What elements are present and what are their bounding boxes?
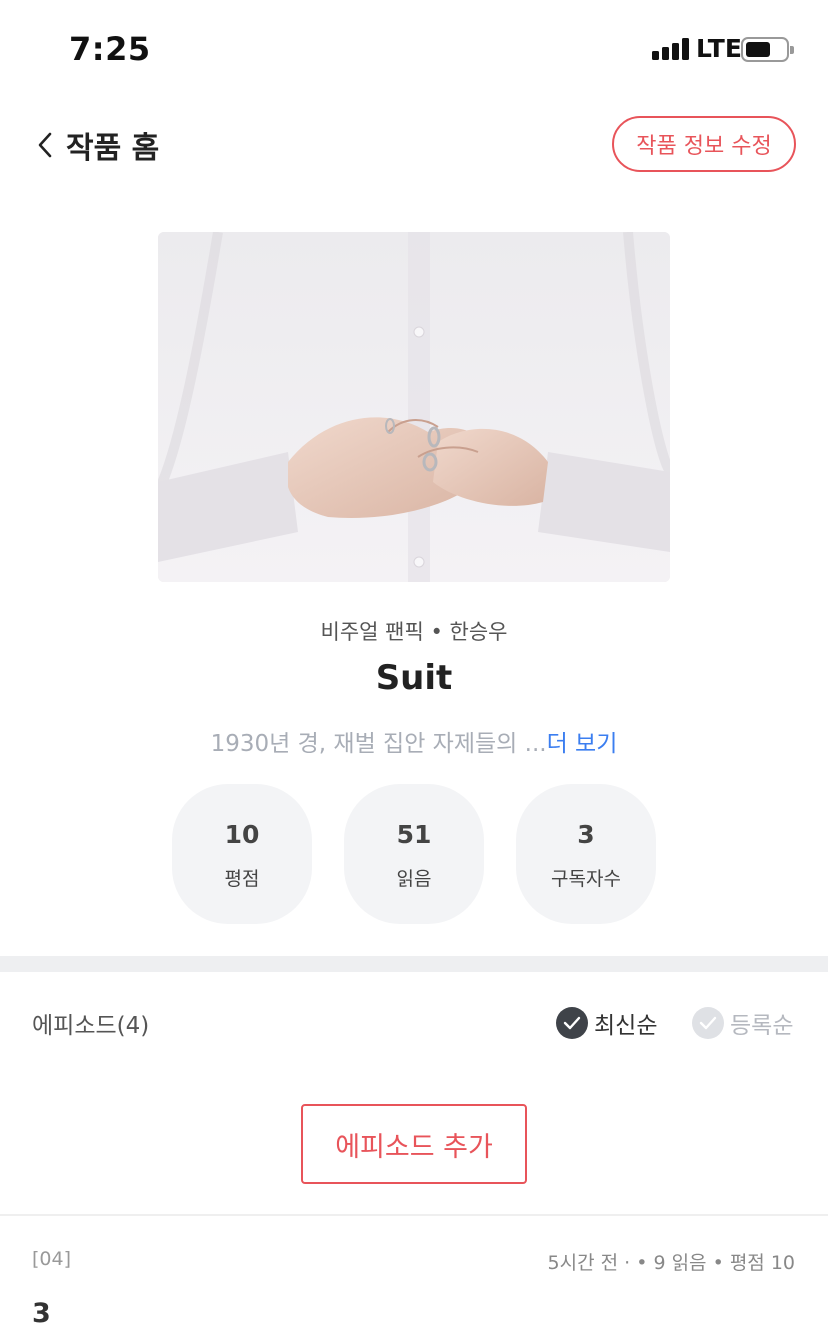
check-circle-icon bbox=[556, 1007, 588, 1039]
cover-image bbox=[158, 232, 670, 582]
work-meta: 비주얼 팬픽 • 한승우 bbox=[320, 620, 508, 644]
stat-label: 읽음 bbox=[396, 868, 432, 890]
stat-subscribers: 3 구독자수 bbox=[516, 784, 656, 924]
stat-reads: 51 읽음 bbox=[344, 784, 484, 924]
network-label: LTE bbox=[696, 34, 742, 63]
stat-rating: 10 평점 bbox=[172, 784, 312, 924]
chevron-left-icon bbox=[38, 132, 52, 158]
signal-icon bbox=[652, 38, 690, 60]
episodes-heading: 에피소드(4) bbox=[32, 1013, 150, 1039]
stat-value: 3 bbox=[577, 820, 595, 849]
stat-value: 10 bbox=[224, 820, 260, 849]
sort-label: 등록순 bbox=[730, 1013, 794, 1039]
sort-label: 최신순 bbox=[594, 1013, 658, 1039]
battery-icon bbox=[741, 37, 794, 62]
status-bar: 7:25 LTE bbox=[0, 0, 828, 100]
stat-label: 구독자수 bbox=[551, 868, 621, 890]
episode-list-item[interactable]: [04] 5시간 전 · • 9 읽음 • 평점 10 3 bbox=[0, 1230, 828, 1343]
back-label: 작품 홈 bbox=[66, 131, 160, 166]
stat-label: 평점 bbox=[224, 868, 260, 890]
work-title: Suit bbox=[375, 658, 453, 698]
episode-title: 3 bbox=[32, 1298, 51, 1329]
divider-line bbox=[0, 1214, 828, 1216]
check-circle-icon bbox=[692, 1007, 724, 1039]
sort-latest-button[interactable]: 최신순 bbox=[556, 1005, 657, 1041]
back-button[interactable]: 작품 홈 bbox=[34, 122, 159, 168]
read-more-link[interactable]: 더 보기 bbox=[547, 731, 618, 757]
episode-info: 5시간 전 · • 9 읽음 • 평점 10 bbox=[547, 1252, 795, 1274]
sort-registered-button[interactable]: 등록순 bbox=[692, 1005, 793, 1041]
section-divider bbox=[0, 956, 828, 972]
status-time: 7:25 bbox=[69, 30, 151, 68]
episode-number: [04] bbox=[32, 1248, 72, 1270]
description-ellipsis: ... bbox=[524, 731, 547, 757]
stat-value: 51 bbox=[396, 820, 432, 849]
edit-work-info-button[interactable]: 작품 정보 수정 bbox=[612, 116, 796, 172]
work-description: 1930년 경, 재벌 집안 자제들의 ...더 보기 bbox=[0, 724, 828, 758]
description-text: 1930년 경, 재벌 집안 자제들의 bbox=[210, 731, 518, 757]
add-episode-button[interactable]: 에피소드 추가 bbox=[301, 1104, 527, 1184]
